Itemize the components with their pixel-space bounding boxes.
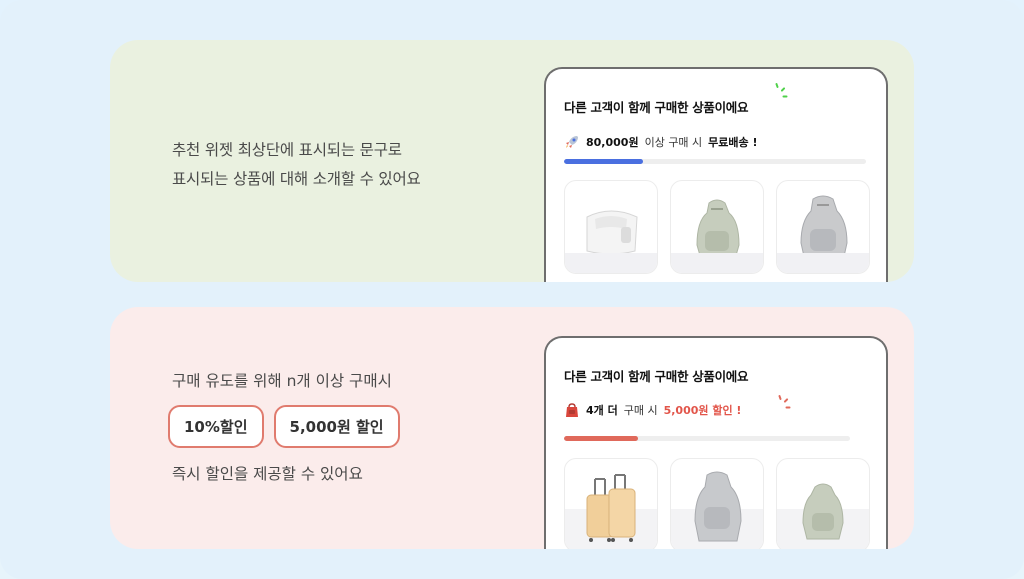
rocket-icon	[566, 136, 578, 148]
product-card[interactable]	[776, 458, 870, 549]
product-card[interactable]	[670, 180, 764, 274]
widget-title: 다른 고객이 함께 구매한 상품이에요	[564, 100, 749, 115]
percent-discount-chip[interactable]: 10%할인	[168, 405, 264, 448]
discount-intro-text: 구매 유도를 위해 n개 이상 구매시	[172, 372, 392, 390]
red-bag-icon	[566, 403, 578, 417]
widget-preview: 다른 고객이 함께 구매한 상품이에요 80,000원 이상 구매 시 무료배송…	[544, 67, 888, 282]
discount-outro-text: 즉시 할인을 제공할 수 있어요	[172, 465, 363, 483]
product-card[interactable]	[564, 180, 658, 274]
gray-backpack-image	[694, 471, 742, 542]
widget-title: 다른 고객이 함께 구매한 상품이에요	[564, 369, 749, 384]
feature-description: 추천 위젯 최상단에 표시되는 문구로 표시되는 상품에 대해 소개할 수 있어…	[172, 136, 421, 194]
product-card[interactable]	[670, 458, 764, 549]
threshold-text: 이상 구매 시	[644, 136, 703, 149]
feature-card-title: 추천 위젯 최상단에 표시되는 문구로 표시되는 상품에 대해 소개할 수 있어…	[110, 40, 914, 282]
product-list	[564, 458, 870, 549]
feature-card-discount: 구매 유도를 위해 n개 이상 구매시 10%할인 5,000원 할인 즉시 할…	[110, 307, 914, 549]
product-card[interactable]	[564, 458, 658, 549]
threshold-amount: 80,000원	[586, 136, 639, 149]
amount-discount-chip[interactable]: 5,000원 할인	[273, 405, 400, 448]
discount-chips: 10%할인 5,000원 할인	[168, 405, 400, 448]
olive-backpack-image	[802, 483, 844, 540]
suitcase-set-image	[586, 474, 636, 542]
product-list	[564, 180, 870, 274]
sparkle-icon	[776, 394, 792, 411]
description-line-2: 표시되는 상품에 대해 소개할 수 있어요	[172, 170, 421, 188]
progress-bar	[564, 159, 866, 164]
progress-fill	[564, 159, 643, 164]
threshold-text: 구매 시	[623, 404, 658, 417]
description-line-1: 추천 위젯 최상단에 표시되는 문구로	[172, 141, 402, 159]
benefit-text: 무료배송 !	[708, 136, 758, 149]
shipping-message: 80,000원 이상 구매 시 무료배송 !	[564, 134, 758, 150]
benefit-text: 5,000원 할인 !	[663, 404, 742, 417]
sparkle-icon	[773, 82, 789, 99]
progress-bar	[564, 436, 850, 441]
progress-fill	[564, 436, 639, 441]
widget-preview: 다른 고객이 함께 구매한 상품이에요 4개 더 구매 시 5,000원 할인 …	[544, 336, 888, 549]
product-card[interactable]	[776, 180, 870, 274]
discount-message: 4개 더 구매 시 5,000원 할인 !	[564, 402, 741, 418]
remaining-count: 4개 더	[586, 404, 618, 417]
